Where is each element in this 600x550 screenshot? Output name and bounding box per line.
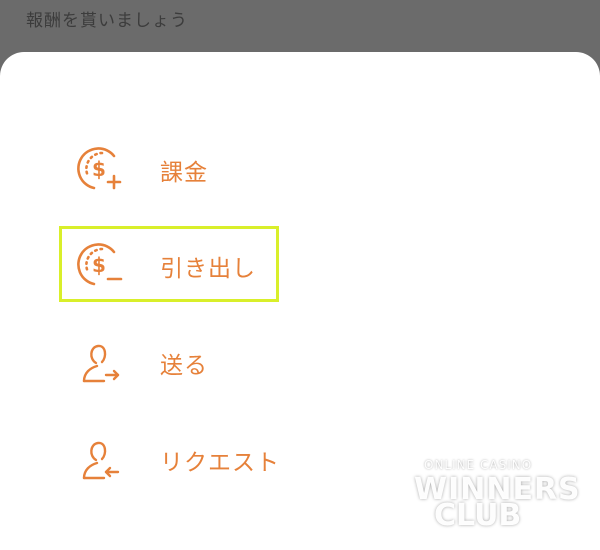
background-page-title: 報酬を貰いましょう: [26, 11, 188, 31]
svg-text:$: $: [92, 157, 106, 181]
person-request-icon: [74, 432, 130, 488]
menu-item-label: 送る: [160, 353, 208, 379]
coin-minus-icon: $: [74, 238, 130, 294]
menu-item-withdraw[interactable]: $ 引き出し: [74, 236, 454, 296]
menu-item-request[interactable]: リクエスト: [74, 430, 454, 490]
menu-item-label: 課金: [160, 160, 208, 186]
svg-text:$: $: [92, 253, 106, 277]
person-send-icon: [74, 335, 130, 391]
screen: 報酬を貰いましょう $ 課金 $ 引き出し 送る リクエスト ONLINE CA…: [0, 0, 600, 550]
coin-plus-icon: $: [74, 142, 130, 198]
menu-item-label: 引き出し: [160, 256, 256, 282]
menu-item-label: リクエスト: [160, 450, 280, 476]
menu-item-send[interactable]: 送る: [74, 333, 454, 393]
menu-item-charge[interactable]: $ 課金: [74, 140, 454, 200]
